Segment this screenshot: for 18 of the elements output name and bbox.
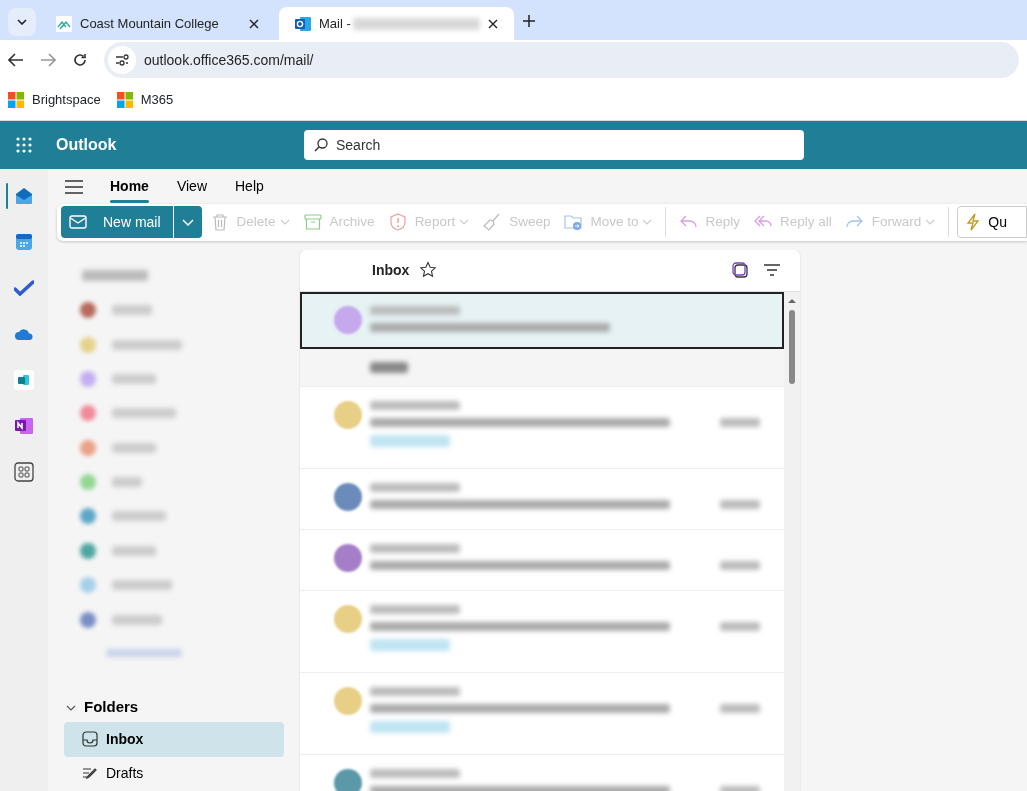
folder-item[interactable]: Inbox (64, 722, 284, 757)
browser-tab[interactable]: Mail - (279, 7, 514, 40)
search-field[interactable]: Search (304, 130, 804, 160)
ribbon-tab[interactable]: Home (96, 170, 163, 204)
new-mail-button[interactable]: New mail (61, 206, 173, 239)
tab-title: Coast Mountain College (80, 14, 220, 33)
folders-header[interactable]: Folders (48, 693, 300, 723)
quick-steps-button[interactable]: Qu (957, 206, 1027, 239)
tab-title: Mail - (319, 14, 351, 33)
bookmark-link[interactable]: M365 (116, 90, 174, 110)
folder-item[interactable]: Drafts (64, 756, 284, 791)
ribbon-tab[interactable]: View (162, 170, 221, 204)
bookmark-link[interactable]: Brightspace (8, 90, 101, 110)
browser-tab[interactable]: Coast Mountain College (40, 7, 275, 40)
list-title: Inbox (372, 260, 410, 280)
ribbon-tab[interactable]: Help (221, 170, 278, 204)
url-text[interactable]: outlook.office365.com/mail/ (144, 49, 314, 71)
app-name: Outlook (56, 135, 118, 155)
